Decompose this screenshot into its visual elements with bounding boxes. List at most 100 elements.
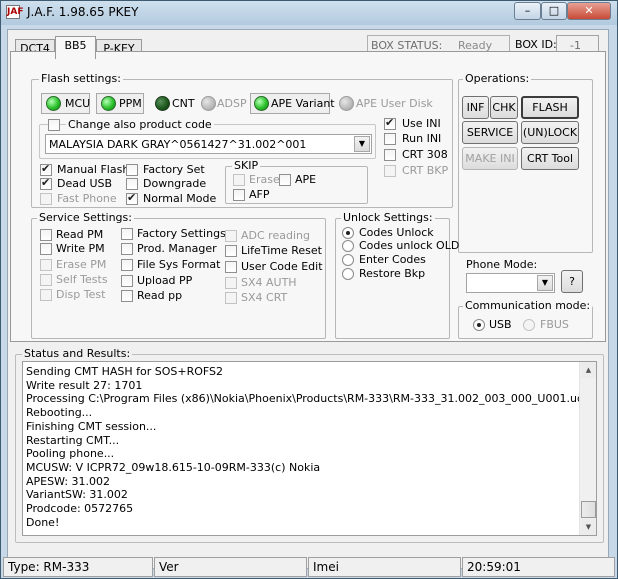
erase-pm-label: Erase PM xyxy=(56,258,107,271)
factory-settings-label: Factory Settings xyxy=(137,227,226,240)
phone-mode-select[interactable]: ▼ xyxy=(466,273,555,293)
cnt-label: CNT xyxy=(172,97,195,110)
afp-skip-checkbox[interactable] xyxy=(233,189,245,201)
chk-button[interactable]: CHK xyxy=(490,96,518,119)
dropdown-arrow-icon[interactable]: ▼ xyxy=(354,136,370,152)
dead-usb-label: Dead USB xyxy=(57,177,113,190)
codes-unlock-old-radio[interactable] xyxy=(342,240,354,252)
box-id-label: BOX ID: xyxy=(515,38,557,51)
adsp-label: ADSP xyxy=(217,97,247,110)
log-line: Processing C:\Program Files (x86)\Nokia\… xyxy=(26,392,597,406)
statusbar-imei: Imei xyxy=(308,557,461,577)
statusbar-time: 20:59:01 xyxy=(462,557,615,577)
self-tests-label: Self Tests xyxy=(56,273,108,286)
write-pm-label: Write PM xyxy=(56,242,105,255)
log-line: APESW: 31.002 xyxy=(26,474,111,488)
log-line: MCUSW: V ICPR72_09w18.615-10-09RM-333(c)… xyxy=(26,460,321,474)
log-line: Write result 27: 1701 xyxy=(26,378,143,392)
sx4-auth-checkbox xyxy=(225,277,237,289)
file-sys-format-checkbox[interactable] xyxy=(121,259,133,271)
maximize-button[interactable]: □ xyxy=(541,2,567,20)
service-settings-title: Service Settings: xyxy=(37,211,134,224)
adc-reading-checkbox xyxy=(225,230,237,242)
app-icon: JAF xyxy=(6,5,24,19)
write-pm-checkbox[interactable] xyxy=(40,243,52,255)
downgrade-checkbox[interactable] xyxy=(126,178,138,190)
make-ini-button: MAKE INI xyxy=(462,147,518,170)
disp-test-label: Disp Test xyxy=(56,288,106,301)
change-product-code-checkbox[interactable] xyxy=(48,119,60,131)
prod-manager-checkbox[interactable] xyxy=(121,243,133,255)
operations-title: Operations: xyxy=(463,72,532,85)
restore-bkp-radio[interactable] xyxy=(342,268,354,280)
usb-label: USB xyxy=(489,318,512,331)
read-pm-label: Read PM xyxy=(56,228,104,241)
crt-308-label: CRT 308 xyxy=(402,148,448,161)
service-button[interactable]: SERVICE xyxy=(462,121,518,144)
scroll-up-arrow-icon[interactable]: ▲ xyxy=(581,362,596,378)
title-bar[interactable]: JAF J.A.F. 1.98.65 PKEY – □ ✕ xyxy=(1,1,617,25)
crt-308-checkbox[interactable] xyxy=(384,149,396,161)
log-line: VariantSW: 31.002 xyxy=(26,488,128,502)
log-line: Sending CMT HASH for SOS+ROFS2 xyxy=(26,365,224,378)
scroll-down-arrow-icon[interactable]: ▼ xyxy=(581,519,596,535)
inf-button[interactable]: INF xyxy=(462,96,489,119)
ape-user-disk-label: APE User Disk xyxy=(356,97,433,110)
fbus-radio xyxy=(523,319,535,331)
communication-mode-title: Communication mode: xyxy=(463,299,593,312)
factory-set-checkbox[interactable] xyxy=(126,164,138,176)
manual-flash-checkbox[interactable] xyxy=(40,162,52,176)
scroll-thumb[interactable] xyxy=(581,501,596,518)
upload-pp-label: Upload PP xyxy=(137,274,193,287)
upload-pp-checkbox[interactable] xyxy=(121,275,133,287)
restore-bkp-label: Restore Bkp xyxy=(359,267,426,280)
close-button[interactable]: ✕ xyxy=(567,2,611,20)
ape-variant-label: APE Variant xyxy=(271,97,335,110)
phone-mode-help-button[interactable]: ? xyxy=(561,270,583,293)
erase-skip-checkbox xyxy=(233,174,245,186)
usb-radio[interactable] xyxy=(473,319,485,331)
crt-tool-button[interactable]: CRT Tool xyxy=(521,147,579,170)
codes-unlock-radio[interactable] xyxy=(342,227,354,239)
product-code-value: MALAYSIA DARK GRAY^0561427^31.002^001 xyxy=(49,138,307,151)
change-product-code-label: Change also product code xyxy=(66,118,214,131)
tab-bb5[interactable]: BB5 xyxy=(55,36,96,59)
log-line: Restarting CMT... xyxy=(26,433,120,447)
read-pp-checkbox[interactable] xyxy=(121,290,133,302)
minimize-button[interactable]: – xyxy=(514,2,541,20)
flash-button[interactable]: FLASH xyxy=(521,96,579,119)
manual-flash-label: Manual Flash xyxy=(57,163,130,176)
factory-settings-checkbox[interactable] xyxy=(121,228,133,240)
use-ini-checkbox[interactable] xyxy=(384,116,396,130)
log-line: Finishing CMT session... xyxy=(26,419,157,433)
crt-bkp-checkbox xyxy=(384,165,396,177)
unlock-button[interactable]: (UN)LOCK xyxy=(521,121,579,144)
lifetime-reset-checkbox[interactable] xyxy=(225,245,237,257)
log-scrollbar[interactable]: ▲ ▼ xyxy=(579,362,596,535)
log-line: Done! xyxy=(26,515,60,529)
fast-phone-label: Fast Phone xyxy=(57,192,117,205)
sx4-crt-checkbox xyxy=(225,292,237,304)
read-pp-label: Read pp xyxy=(137,289,183,302)
window-title: J.A.F. 1.98.65 PKEY xyxy=(27,5,139,19)
dropdown-arrow-icon[interactable]: ▼ xyxy=(537,275,553,291)
dead-usb-checkbox[interactable] xyxy=(40,176,52,190)
normal-mode-checkbox[interactable] xyxy=(126,191,138,205)
codes-unlock-old-label: Codes unlock OLD xyxy=(359,239,460,252)
user-code-edit-checkbox[interactable] xyxy=(225,261,237,273)
ape-variant-led-icon xyxy=(254,96,269,111)
run-ini-checkbox[interactable] xyxy=(384,133,396,145)
ape-skip-checkbox[interactable] xyxy=(279,174,291,186)
disp-test-checkbox xyxy=(40,289,52,301)
crt-bkp-label: CRT BKP xyxy=(402,164,449,177)
status-log[interactable]: Sending CMT HASH for SOS+ROFS2 Write res… xyxy=(22,361,597,536)
read-pm-checkbox[interactable] xyxy=(40,229,52,241)
cnt-led-icon[interactable] xyxy=(155,96,170,111)
afp-skip-label: AFP xyxy=(249,188,270,201)
log-line: Prodcode: 0572765 xyxy=(26,502,134,515)
erase-pm-checkbox xyxy=(40,259,52,271)
enter-codes-radio[interactable] xyxy=(342,254,354,266)
statusbar-ver: Ver xyxy=(154,557,307,577)
product-code-select[interactable]: MALAYSIA DARK GRAY^0561427^31.002^001 ▼ xyxy=(45,134,372,154)
enter-codes-label: Enter Codes xyxy=(359,253,426,266)
